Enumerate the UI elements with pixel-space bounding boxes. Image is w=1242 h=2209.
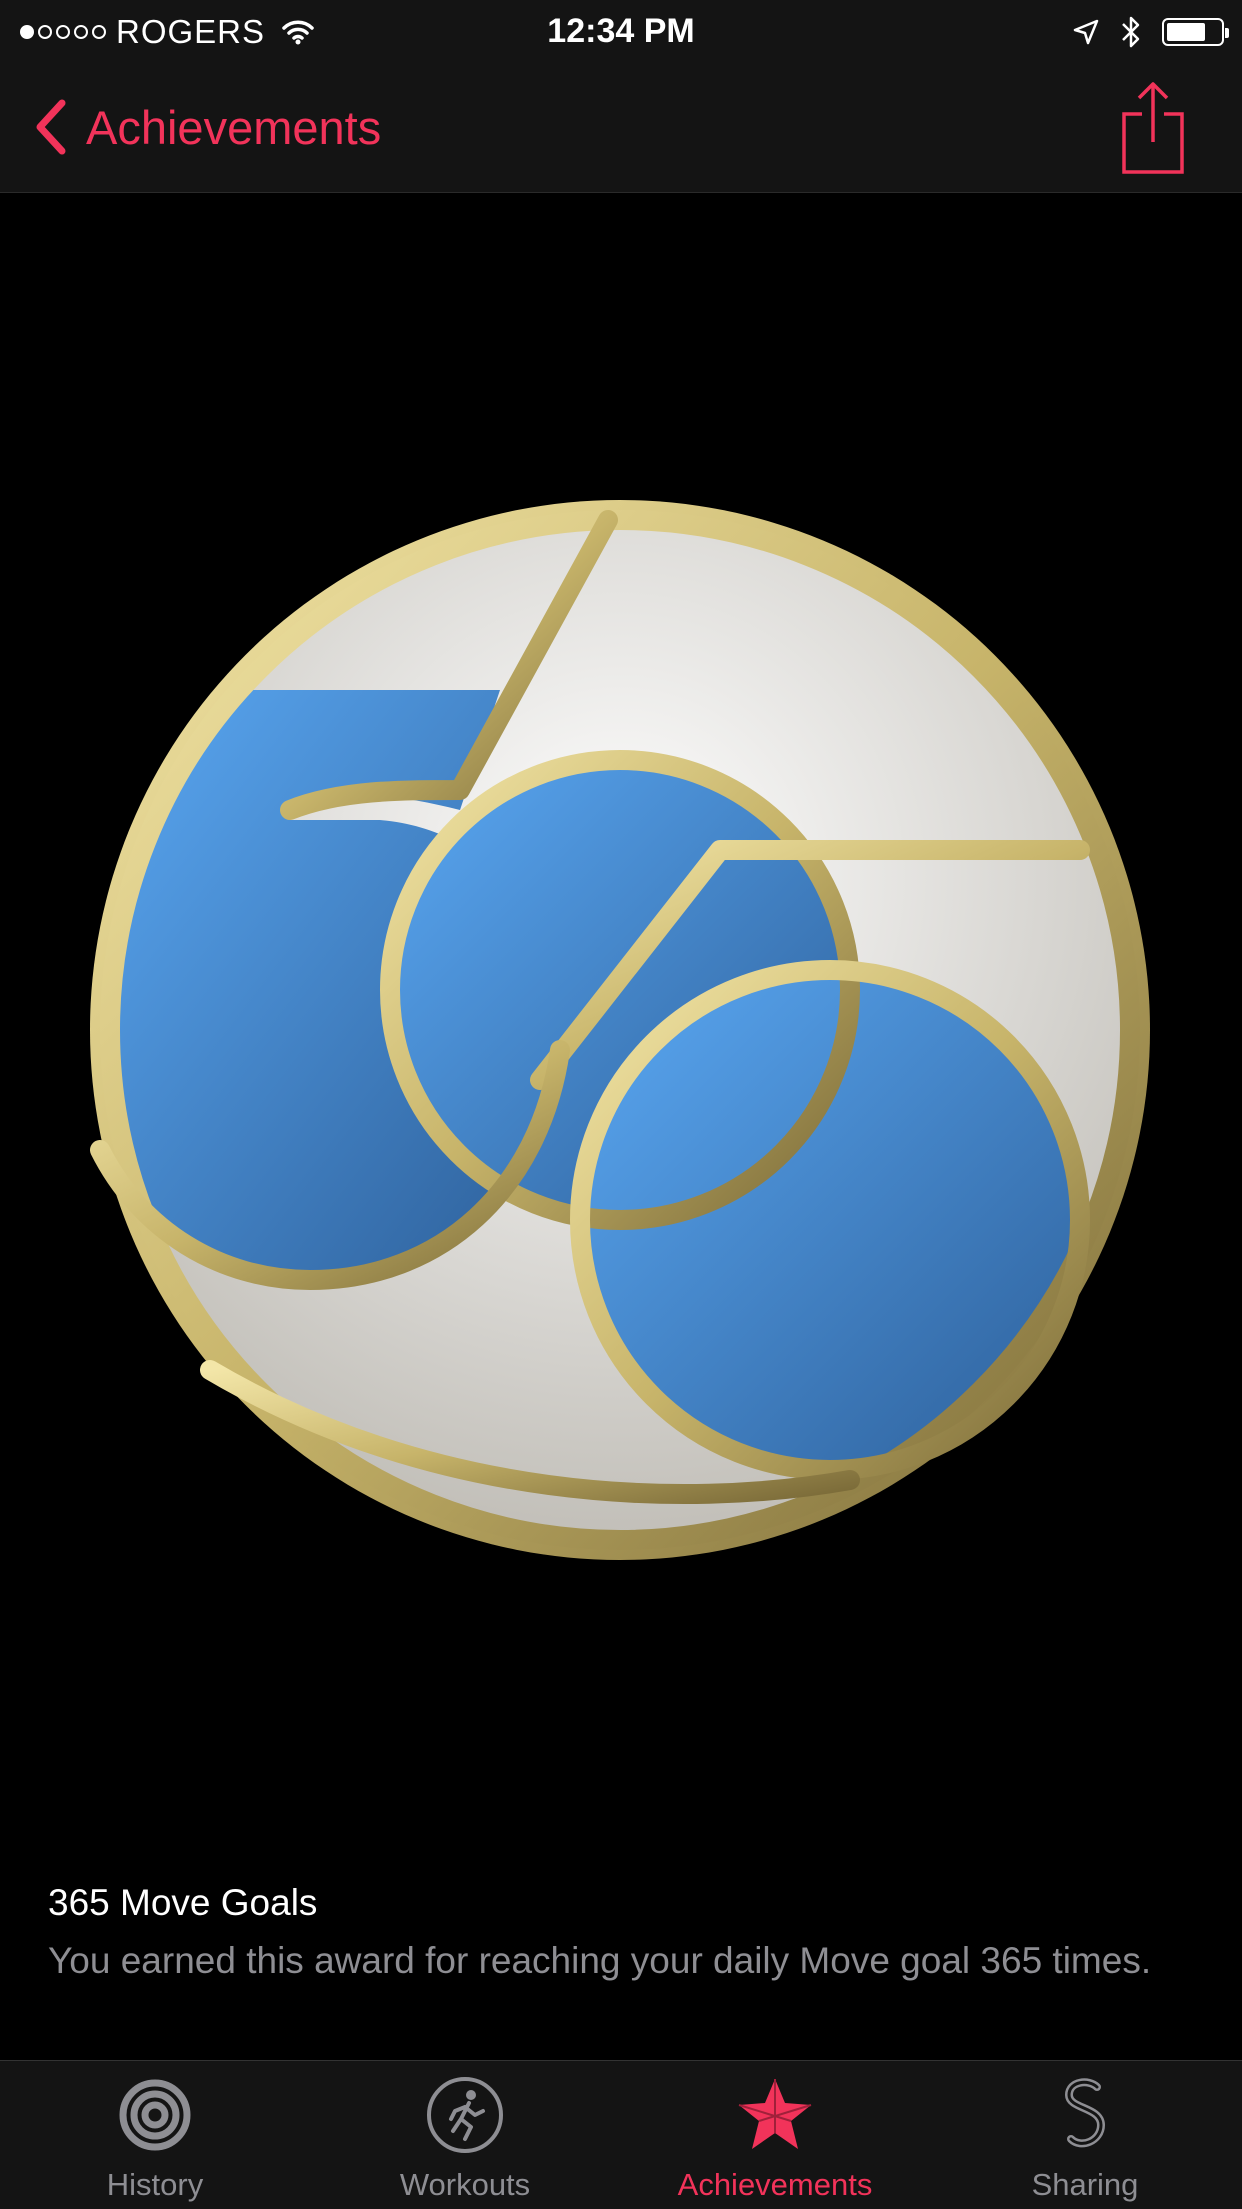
- back-button-label: Achievements: [86, 100, 382, 154]
- tab-history-label: History: [106, 2167, 204, 2202]
- achievement-star-icon: [738, 2079, 812, 2149]
- tab-workouts[interactable]: Workouts: [310, 2061, 620, 2209]
- 365-badge-icon: [90, 500, 1150, 1560]
- battery-icon: [1162, 18, 1229, 46]
- tab-achievements-label: Achievements: [677, 2167, 873, 2202]
- tab-workouts-label: Workouts: [399, 2167, 531, 2202]
- achievement-body: You earned this award for reaching your …: [48, 1940, 1152, 1981]
- chevron-left-icon: [36, 99, 66, 155]
- status-right: [1072, 12, 1229, 52]
- history-rings-icon: [119, 2079, 191, 2151]
- achievement-badge: [80, 490, 1160, 1570]
- bluetooth-icon: [1122, 16, 1140, 48]
- share-icon[interactable]: [1118, 80, 1188, 176]
- tab-history[interactable]: History: [0, 2061, 310, 2209]
- status-bar: ROGERS 12:34 PM: [0, 0, 1242, 62]
- achievement-description: 365 Move Goals You earned this award for…: [48, 1880, 1198, 1986]
- sharing-s-icon: [1064, 2078, 1106, 2148]
- achievement-title: 365 Move Goals: [48, 1882, 318, 1923]
- running-figure-icon: [427, 2077, 503, 2153]
- tab-sharing[interactable]: Sharing: [930, 2061, 1240, 2209]
- back-button[interactable]: Achievements: [34, 92, 381, 162]
- status-time: 12:34 PM: [547, 12, 695, 50]
- tab-sharing-label: Sharing: [1031, 2167, 1139, 2202]
- tab-bar: History Workouts Achievements Sharing: [0, 2060, 1242, 2209]
- navigation-bar: Achievements: [0, 62, 1242, 193]
- tab-achievements[interactable]: Achievements: [620, 2061, 930, 2209]
- location-arrow-icon: [1073, 19, 1099, 45]
